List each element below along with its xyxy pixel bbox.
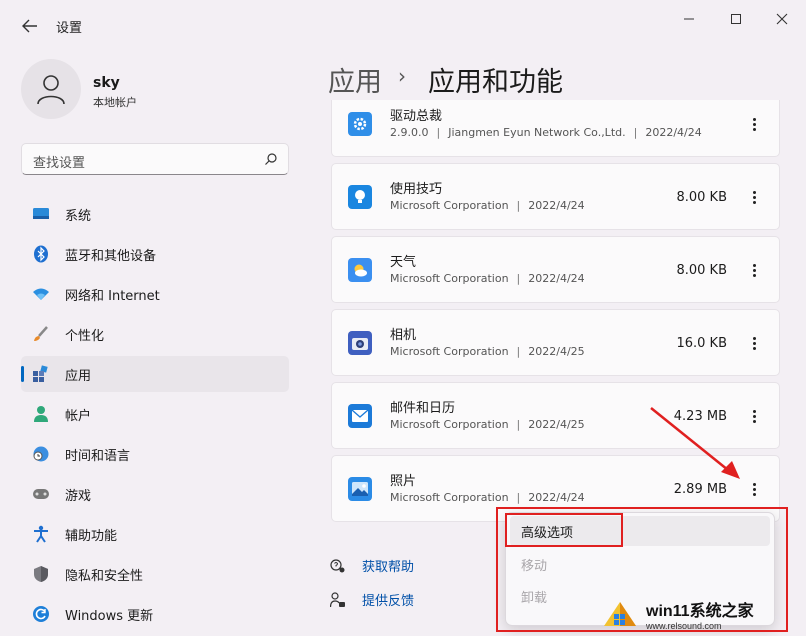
feedback-icon <box>330 591 345 607</box>
shield-icon <box>32 565 50 583</box>
app-name: 相机 <box>390 328 417 343</box>
get-help-link[interactable]: 获取帮助 <box>330 556 414 575</box>
brush-icon <box>32 325 50 343</box>
sidebar-item-time-language[interactable]: 时间和语言 <box>21 436 289 472</box>
more-options-button[interactable] <box>743 403 765 429</box>
watermark: win11系统之家 www.relsound.com <box>600 596 800 632</box>
lightbulb-icon <box>348 185 372 209</box>
search-icon[interactable] <box>264 152 278 166</box>
sidebar-item-accessibility[interactable]: 辅助功能 <box>21 516 289 552</box>
close-button[interactable] <box>759 8 805 30</box>
app-meta: 2.9.0.0 | Jiangmen Eyun Network Co.,Ltd. | 2… <box>390 126 702 139</box>
update-icon <box>32 605 50 623</box>
app-meta: Microsoft Corporation | 2022/4/25 <box>390 418 585 431</box>
sidebar-item-privacy[interactable]: 隐私和安全性 <box>21 556 289 592</box>
breadcrumb-separator: › <box>398 64 406 88</box>
bluetooth-icon <box>32 245 50 263</box>
maximize-icon <box>731 14 741 24</box>
minimize-button[interactable] <box>666 8 712 30</box>
more-options-button[interactable] <box>743 111 765 137</box>
breadcrumb-parent[interactable]: 应用 <box>328 60 382 99</box>
sidebar-item-network[interactable]: 网络和 Internet <box>21 276 289 312</box>
photos-icon <box>348 477 372 501</box>
app-row-driver[interactable]: 驱动总裁 2.9.0.0 | Jiangmen Eyun Network Co.,L… <box>331 100 780 157</box>
app-size: 8.00 KB <box>676 263 727 278</box>
minimize-icon <box>684 18 694 20</box>
search-box[interactable]: 查找设置 <box>21 143 289 175</box>
maximize-button[interactable] <box>713 8 759 30</box>
app-size: 8.00 KB <box>676 190 727 205</box>
close-icon <box>776 13 788 25</box>
app-row-mail-calendar[interactable]: 邮件和日历 Microsoft Corporation | 2022/4/25 4.… <box>331 382 780 449</box>
watermark-title: win11系统之家 <box>646 603 754 620</box>
app-size: 16.0 KB <box>676 336 727 351</box>
account-type: 本地帐户 <box>93 96 137 109</box>
sidebar-item-gaming[interactable]: 游戏 <box>21 476 289 512</box>
back-arrow-icon <box>22 19 37 33</box>
app-meta: Microsoft Corporation | 2022/4/25 <box>390 345 585 358</box>
app-size: 4.23 MB <box>673 409 727 424</box>
app-name: 天气 <box>390 255 417 270</box>
account-icon <box>32 405 50 423</box>
app-row-tips[interactable]: 使用技巧 Microsoft Corporation | 2022/4/24 8.0… <box>331 163 780 230</box>
sidebar-nav: 系统 蓝牙和其他设备 网络和 Internet 个性化 应用 帐户 时间和语言 <box>21 196 289 636</box>
sidebar-item-bluetooth[interactable]: 蓝牙和其他设备 <box>21 236 289 272</box>
watermark-logo <box>604 602 636 626</box>
app-list: 驱动总裁 2.9.0.0 | Jiangmen Eyun Network Co.,L… <box>331 100 780 525</box>
help-icon <box>330 558 345 572</box>
wifi-icon <box>32 285 50 303</box>
app-name: 邮件和日历 <box>390 401 456 416</box>
more-options-button[interactable] <box>743 184 765 210</box>
settings-window: 设置 sky 本地帐户 查找设置 系统 蓝牙和其他设备 网络和 Internet… <box>0 0 806 636</box>
sidebar-item-personalization[interactable]: 个性化 <box>21 316 289 352</box>
app-row-weather[interactable]: 天气 Microsoft Corporation | 2022/4/24 8.00 … <box>331 236 780 303</box>
user-name: sky <box>93 75 120 91</box>
system-icon <box>32 205 50 223</box>
app-name: 使用技巧 <box>390 182 443 197</box>
sidebar-item-windows-update[interactable]: Windows 更新 <box>21 596 289 632</box>
camera-icon <box>348 331 372 355</box>
avatar[interactable] <box>21 59 81 119</box>
user-icon <box>37 75 65 105</box>
back-button[interactable] <box>18 14 42 38</box>
accessibility-icon <box>32 525 50 543</box>
sidebar-item-accounts[interactable]: 帐户 <box>21 396 289 432</box>
app-meta: Microsoft Corporation | 2022/4/24 <box>390 491 585 504</box>
sidebar-item-system[interactable]: 系统 <box>21 196 289 232</box>
window-title: 设置 <box>56 21 83 36</box>
gamepad-icon <box>32 485 50 503</box>
app-row-camera[interactable]: 相机 Microsoft Corporation | 2022/4/25 16.0 … <box>331 309 780 376</box>
app-size: 2.89 MB <box>673 482 727 497</box>
app-meta: Microsoft Corporation | 2022/4/24 <box>390 272 585 285</box>
app-meta: Microsoft Corporation | 2022/4/24 <box>390 199 585 212</box>
more-options-button[interactable] <box>743 330 765 356</box>
weather-icon <box>348 258 372 282</box>
apps-icon <box>32 365 50 383</box>
app-name: 照片 <box>390 474 417 489</box>
page-title: 应用和功能 <box>428 67 563 98</box>
more-options-button[interactable] <box>743 476 765 502</box>
sidebar-item-apps[interactable]: 应用 <box>21 356 289 392</box>
driver-gear-icon <box>348 112 372 136</box>
search-input[interactable]: 查找设置 <box>33 152 85 171</box>
mail-icon <box>348 404 372 428</box>
annotation-option-box <box>505 513 623 547</box>
watermark-url: www.relsound.com <box>646 621 722 631</box>
more-options-button[interactable] <box>743 257 765 283</box>
give-feedback-link[interactable]: 提供反馈 <box>330 590 414 609</box>
app-name: 驱动总裁 <box>390 109 443 124</box>
clock-globe-icon <box>32 445 50 463</box>
active-indicator <box>21 366 24 382</box>
